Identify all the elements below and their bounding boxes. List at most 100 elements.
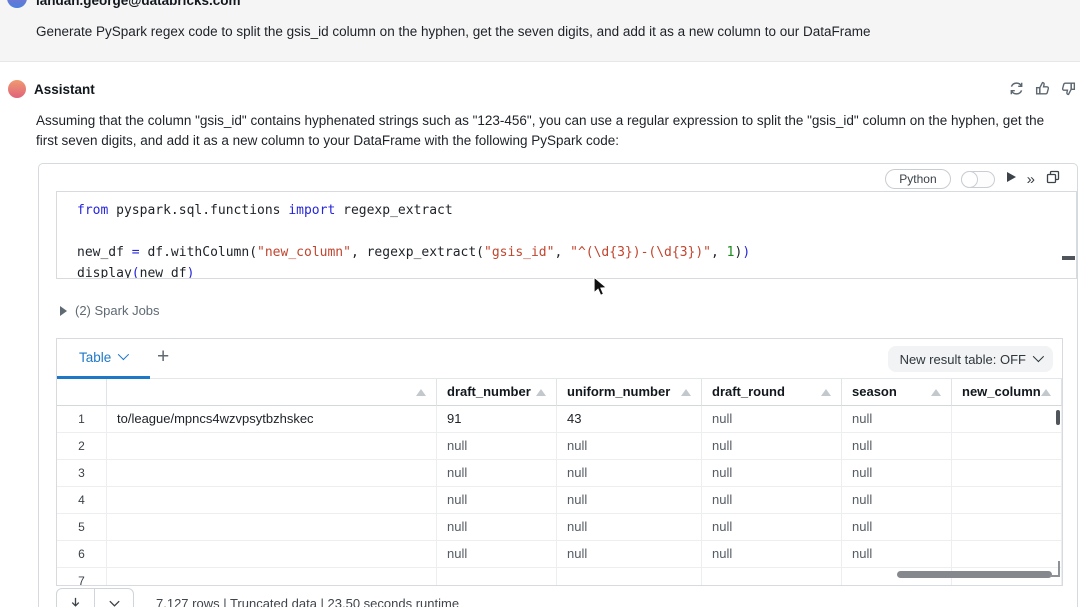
toggle-switch[interactable] bbox=[961, 171, 995, 188]
table-cell: null bbox=[702, 406, 842, 433]
code-editor[interactable]: from pyspark.sql.functions import regexp… bbox=[56, 191, 1077, 279]
table-header-cell[interactable]: season bbox=[842, 379, 952, 406]
table-cell bbox=[952, 406, 1062, 433]
table-cell: null bbox=[702, 460, 842, 487]
table-row: 6nullnullnullnull bbox=[57, 541, 1062, 568]
toggle-knob bbox=[961, 171, 978, 188]
mouse-cursor bbox=[592, 276, 609, 298]
assistant-paragraph: Assuming that the column "gsis_id" conta… bbox=[36, 111, 1050, 151]
table-row: 4nullnullnullnull bbox=[57, 487, 1062, 514]
column-label: draft_round bbox=[712, 384, 785, 399]
table-cell: null bbox=[702, 514, 842, 541]
column-label: draft_number bbox=[447, 384, 531, 399]
table-cell bbox=[952, 433, 1062, 460]
sort-icon[interactable] bbox=[536, 389, 546, 396]
table-row: 1to/league/mpncs4wzvpsytbzhskec9143nulln… bbox=[57, 406, 1062, 433]
table-cell: null bbox=[557, 541, 702, 568]
sort-icon[interactable] bbox=[416, 389, 426, 396]
user-avatar bbox=[7, 0, 27, 8]
load-more-button[interactable] bbox=[95, 588, 134, 607]
expander-arrow-icon bbox=[60, 306, 67, 316]
download-button[interactable] bbox=[56, 588, 95, 607]
table-cell: null bbox=[842, 487, 952, 514]
row-number: 1 bbox=[57, 406, 107, 433]
refresh-icon[interactable] bbox=[1008, 80, 1025, 97]
table-header-row: draft_number uniform_number draft_round sea… bbox=[57, 379, 1062, 406]
table-cell bbox=[107, 487, 437, 514]
row-number: 6 bbox=[57, 541, 107, 568]
download-icon bbox=[68, 596, 83, 607]
tab-table[interactable]: Table bbox=[79, 350, 126, 365]
sort-icon[interactable] bbox=[931, 389, 941, 396]
table-cell bbox=[952, 514, 1062, 541]
table-cell bbox=[952, 541, 1062, 568]
databricks-assistant-screen: landan.george@databricks.com Generate Py… bbox=[0, 0, 1080, 607]
new-result-table-label: New result table: OFF bbox=[900, 352, 1026, 367]
chevron-down-icon bbox=[107, 596, 122, 607]
table-cell bbox=[107, 460, 437, 487]
user-message-banner: landan.george@databricks.com Generate Py… bbox=[0, 0, 1080, 62]
cell-controls: Python » bbox=[885, 168, 1061, 190]
table-cell bbox=[107, 541, 437, 568]
row-number: 3 bbox=[57, 460, 107, 487]
row-number: 5 bbox=[57, 514, 107, 541]
resize-handle[interactable] bbox=[1050, 561, 1060, 577]
table-cell bbox=[107, 568, 437, 586]
add-visualization-button[interactable]: + bbox=[157, 345, 169, 369]
table-cell bbox=[952, 487, 1062, 514]
table-header-cell[interactable] bbox=[107, 379, 437, 406]
language-pill[interactable]: Python bbox=[885, 169, 950, 189]
table-cell: null bbox=[842, 514, 952, 541]
run-icon[interactable] bbox=[1005, 170, 1017, 188]
assistant-avatar bbox=[8, 80, 26, 98]
tab-table-label: Table bbox=[79, 350, 111, 365]
table-cell: to/league/mpncs4wzvpsytbzhskec bbox=[107, 406, 437, 433]
assistant-actions bbox=[1008, 80, 1077, 97]
sort-icon[interactable] bbox=[821, 389, 831, 396]
vertical-scrollbar-thumb[interactable] bbox=[1056, 410, 1060, 425]
table-header-cell[interactable]: draft_number bbox=[437, 379, 557, 406]
row-number: 4 bbox=[57, 487, 107, 514]
results-panel: Table + New result table: OFF draft_numb… bbox=[56, 338, 1063, 586]
table-cell: null bbox=[557, 433, 702, 460]
table-cell bbox=[107, 514, 437, 541]
copy-icon[interactable] bbox=[1045, 169, 1061, 190]
table-cell: null bbox=[437, 514, 557, 541]
user-message-text: Generate PySpark regex code to split the… bbox=[36, 24, 870, 39]
run-all-icon[interactable]: » bbox=[1027, 172, 1035, 187]
table-header-cell[interactable]: draft_round bbox=[702, 379, 842, 406]
table-cell: null bbox=[842, 541, 952, 568]
result-table: draft_number uniform_number draft_round sea… bbox=[57, 379, 1062, 586]
code-line: from pyspark.sql.functions import regexp… bbox=[77, 200, 1076, 221]
table-cell bbox=[702, 568, 842, 586]
column-label: season bbox=[852, 384, 897, 399]
table-cell: null bbox=[557, 487, 702, 514]
table-cell bbox=[952, 460, 1062, 487]
table-header-cell[interactable]: uniform_number bbox=[557, 379, 702, 406]
thumbs-down-icon[interactable] bbox=[1060, 80, 1077, 97]
horizontal-scrollbar-thumb[interactable] bbox=[897, 571, 1052, 578]
spark-jobs-expander[interactable]: (2) Spark Jobs bbox=[60, 303, 160, 318]
thumbs-up-icon[interactable] bbox=[1034, 80, 1051, 97]
table-cell: null bbox=[437, 541, 557, 568]
table-cell: null bbox=[437, 487, 557, 514]
new-result-table-dropdown[interactable]: New result table: OFF bbox=[888, 346, 1053, 372]
table-cell: null bbox=[842, 433, 952, 460]
table-row: 2nullnullnullnull bbox=[57, 433, 1062, 460]
table-cell: 43 bbox=[557, 406, 702, 433]
code-scrollbar-thumb[interactable] bbox=[1062, 256, 1075, 260]
table-cell: null bbox=[702, 487, 842, 514]
table-header-cell[interactable]: new_column bbox=[952, 379, 1062, 406]
table-cell: null bbox=[842, 406, 952, 433]
footer-button-group bbox=[56, 588, 134, 607]
code-line: new_df = df.withColumn("new_column", reg… bbox=[77, 242, 1076, 263]
code-line: display(new_df) bbox=[77, 263, 1076, 279]
table-row: 3nullnullnullnull bbox=[57, 460, 1062, 487]
sort-icon[interactable] bbox=[1041, 389, 1051, 396]
table-cell: null bbox=[557, 514, 702, 541]
code-lines: from pyspark.sql.functions import regexp… bbox=[57, 192, 1076, 279]
results-summary: 7,127 rows | Truncated data | 23.50 seco… bbox=[156, 596, 459, 607]
chevron-down-icon bbox=[118, 349, 129, 360]
chevron-down-icon bbox=[1033, 350, 1044, 361]
sort-icon[interactable] bbox=[681, 389, 691, 396]
